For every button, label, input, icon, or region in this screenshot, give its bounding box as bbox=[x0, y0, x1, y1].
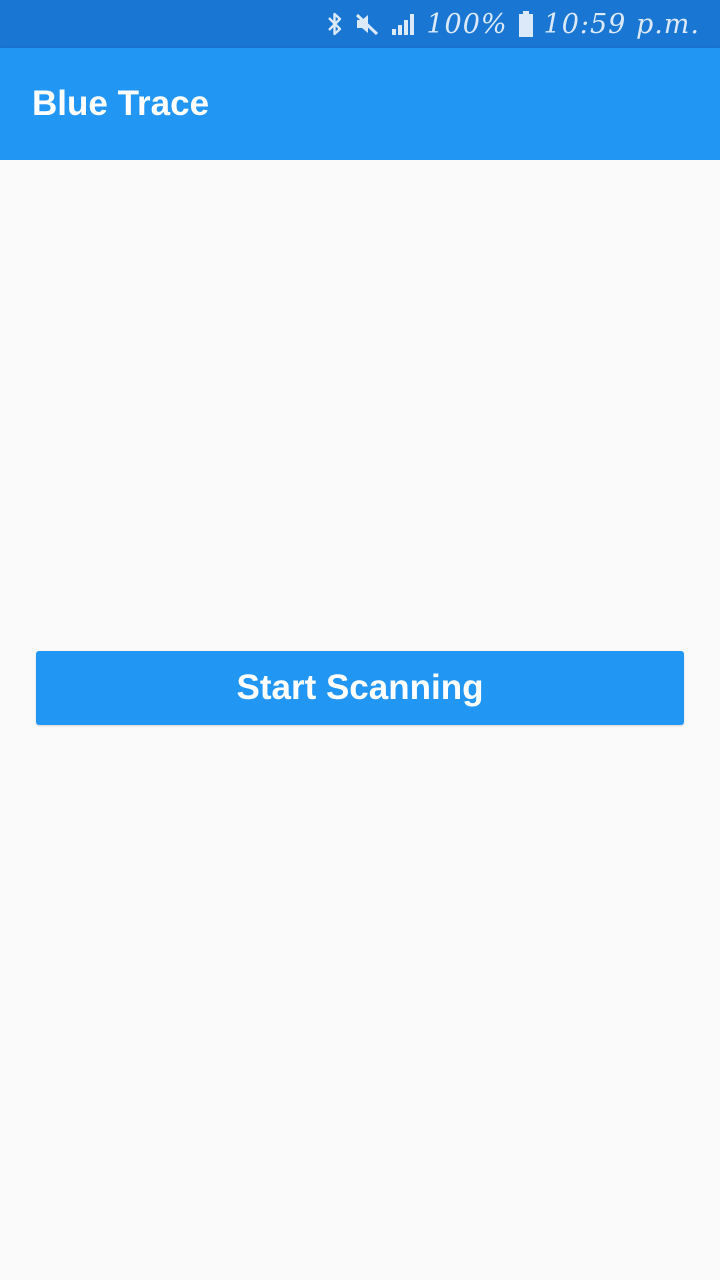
signal-icon bbox=[390, 11, 416, 37]
main-content: Start Scanning bbox=[0, 160, 720, 1280]
battery-icon bbox=[518, 10, 534, 38]
app-bar: Blue Trace bbox=[0, 48, 720, 160]
start-scanning-button[interactable]: Start Scanning bbox=[36, 651, 684, 725]
clock: 10:59 p.m. bbox=[543, 8, 700, 40]
mute-icon bbox=[354, 11, 380, 37]
status-bar: 100% 10:59 p.m. bbox=[0, 0, 720, 48]
bluetooth-icon bbox=[326, 11, 344, 37]
app-title: Blue Trace bbox=[32, 84, 210, 123]
battery-percent: 100% bbox=[426, 8, 508, 40]
